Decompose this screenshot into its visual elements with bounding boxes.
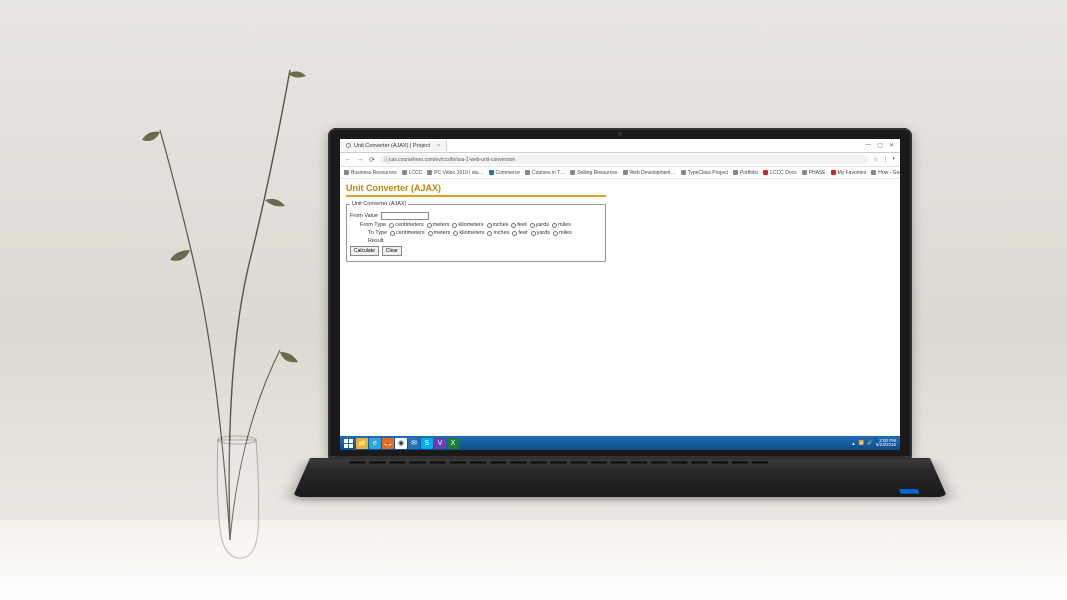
bookmark-item[interactable]: Portfolio bbox=[733, 170, 758, 176]
to-type-radio[interactable]: centimeters bbox=[390, 230, 424, 236]
bookmark-icon bbox=[802, 170, 807, 175]
url-text: cas.coursehero.com/ev/ccs/tn/ssa-1-web-u… bbox=[389, 157, 515, 163]
reload-button[interactable]: ⟳ bbox=[368, 156, 376, 164]
forward-button[interactable]: → bbox=[356, 156, 364, 164]
from-type-radio[interactable]: feet bbox=[511, 222, 526, 228]
bookmarks-bar: Business Resources LCCC PC Video 1610 | … bbox=[340, 167, 900, 179]
bookmark-item[interactable]: PHASE bbox=[802, 170, 826, 176]
bookmark-item[interactable]: Web Development… bbox=[623, 170, 676, 176]
webcam bbox=[618, 132, 622, 136]
from-value-input[interactable] bbox=[381, 212, 429, 220]
intel-sticker bbox=[899, 489, 920, 494]
bookmark-icon bbox=[489, 170, 494, 175]
bookmark-item[interactable]: Selling Resources bbox=[570, 170, 617, 176]
to-type-radio[interactable]: kilometers bbox=[453, 230, 484, 236]
to-type-label: To Type bbox=[368, 230, 387, 236]
clock-date: 6/23/2016 bbox=[876, 443, 896, 448]
result-label: Result bbox=[368, 238, 384, 244]
bookmark-icon bbox=[733, 170, 738, 175]
from-type-radio[interactable]: kilometers bbox=[452, 222, 483, 228]
back-button[interactable]: ← bbox=[344, 156, 352, 164]
from-type-group: centimeters meters kilometers inches fee… bbox=[389, 222, 571, 228]
address-bar[interactable]: ⓘ cas.coursehero.com/ev/ccs/tn/ssa-1-web… bbox=[380, 155, 869, 164]
bookmark-icon bbox=[831, 170, 836, 175]
ie-icon[interactable]: e bbox=[369, 438, 381, 449]
bookmark-icon bbox=[344, 170, 349, 175]
bookmark-item[interactable]: Courses in T… bbox=[525, 170, 565, 176]
bookmark-item[interactable]: How - Google Docs bbox=[871, 170, 900, 176]
browser-titlebar: Unit Converter (AJAX) | Project × — ▢ ✕ bbox=[340, 139, 900, 153]
to-type-radio[interactable]: yards bbox=[531, 230, 550, 236]
bookmark-item[interactable]: Commerce bbox=[489, 170, 520, 176]
system-tray[interactable]: ▲ 📶 🔊 2:00 PM 6/23/2016 bbox=[851, 439, 899, 448]
from-type-radio[interactable]: centimeters bbox=[389, 222, 423, 228]
from-type-radio[interactable]: inches bbox=[487, 222, 509, 228]
profile-icon[interactable]: ◐ bbox=[892, 156, 896, 163]
bookmark-icon bbox=[681, 170, 686, 175]
window-maximize-button[interactable]: ▢ bbox=[877, 142, 883, 149]
address-bar-row: ← → ⟳ ⓘ cas.coursehero.com/ev/ccs/tn/ssa… bbox=[340, 153, 900, 167]
tab-title: Unit Converter (AJAX) | Project bbox=[354, 143, 430, 149]
tray-network-icon[interactable]: 📶 bbox=[859, 440, 865, 446]
calculate-button[interactable]: Calculate bbox=[350, 246, 379, 256]
file-explorer-icon[interactable]: 📁 bbox=[356, 438, 368, 449]
bookmark-item[interactable]: LCCC Docs bbox=[763, 170, 796, 176]
mail-icon[interactable]: ✉ bbox=[408, 438, 420, 449]
from-type-radio[interactable]: meters bbox=[427, 222, 450, 228]
to-type-radio[interactable]: feet bbox=[512, 230, 527, 236]
bookmark-icon bbox=[402, 170, 407, 175]
bookmark-item[interactable]: My Favorites bbox=[831, 170, 867, 176]
globe-icon bbox=[346, 143, 351, 148]
chrome-icon[interactable]: ◉ bbox=[395, 438, 407, 449]
from-value-label: From Value bbox=[350, 213, 378, 219]
to-type-group: centimeters meters kilometers inches fee… bbox=[390, 230, 572, 236]
window-close-button[interactable]: ✕ bbox=[889, 142, 894, 149]
bookmark-item[interactable]: TypeClass Project bbox=[681, 170, 728, 176]
browser-tab[interactable]: Unit Converter (AJAX) | Project × bbox=[340, 141, 447, 151]
to-type-radio[interactable]: inches bbox=[487, 230, 509, 236]
extensions-icon[interactable]: ⋮ bbox=[882, 156, 888, 163]
tray-volume-icon[interactable]: 🔊 bbox=[867, 440, 873, 446]
converter-fieldset: Unit Converter (AJAX) From Value From Ty… bbox=[346, 201, 606, 262]
bookmark-item[interactable]: LCCC bbox=[402, 170, 423, 176]
star-icon[interactable]: ☆ bbox=[873, 156, 878, 163]
laptop-keyboard: for(let i=0;i<20;i++)document.write('<di… bbox=[293, 458, 948, 497]
bookmark-icon bbox=[525, 170, 530, 175]
bookmark-icon bbox=[871, 170, 876, 175]
to-type-radio[interactable]: miles bbox=[553, 230, 572, 236]
bookmark-icon bbox=[623, 170, 628, 175]
from-type-radio[interactable]: miles bbox=[552, 222, 571, 228]
tab-close-icon[interactable]: × bbox=[437, 143, 440, 149]
from-type-label: From Type bbox=[360, 222, 386, 228]
fieldset-legend: Unit Converter (AJAX) bbox=[350, 201, 408, 207]
from-type-radio[interactable]: yards bbox=[530, 222, 549, 228]
skype-icon[interactable]: S bbox=[421, 438, 433, 449]
bookmark-icon bbox=[763, 170, 768, 175]
page-title: Unit Converter (AJAX) bbox=[346, 183, 894, 193]
bookmark-icon bbox=[570, 170, 575, 175]
to-type-radio[interactable]: meters bbox=[428, 230, 451, 236]
browser-window: Unit Converter (AJAX) | Project × — ▢ ✕ … bbox=[340, 139, 900, 450]
page-content: Unit Converter (AJAX) Unit Converter (AJ… bbox=[340, 179, 900, 266]
firefox-icon[interactable]: 🦊 bbox=[382, 438, 394, 449]
vs-icon[interactable]: V bbox=[434, 438, 446, 449]
excel-icon[interactable]: X bbox=[447, 438, 459, 449]
laptop: Unit Converter (AJAX) | Project × — ▢ ✕ … bbox=[310, 128, 930, 558]
window-minimize-button[interactable]: — bbox=[865, 142, 871, 149]
bookmark-item[interactable]: Business Resources bbox=[344, 170, 397, 176]
tray-up-icon[interactable]: ▲ bbox=[851, 441, 855, 446]
clear-button[interactable]: Clear bbox=[382, 246, 402, 256]
title-underline bbox=[346, 195, 606, 197]
bookmark-item[interactable]: PC Video 1610 | stu… bbox=[427, 170, 483, 176]
start-button[interactable] bbox=[341, 437, 355, 449]
windows-taskbar: 📁 e 🦊 ◉ ✉ S V X ▲ 📶 🔊 2:00 PM 6/23/201 bbox=[340, 436, 900, 450]
bookmark-icon bbox=[427, 170, 432, 175]
